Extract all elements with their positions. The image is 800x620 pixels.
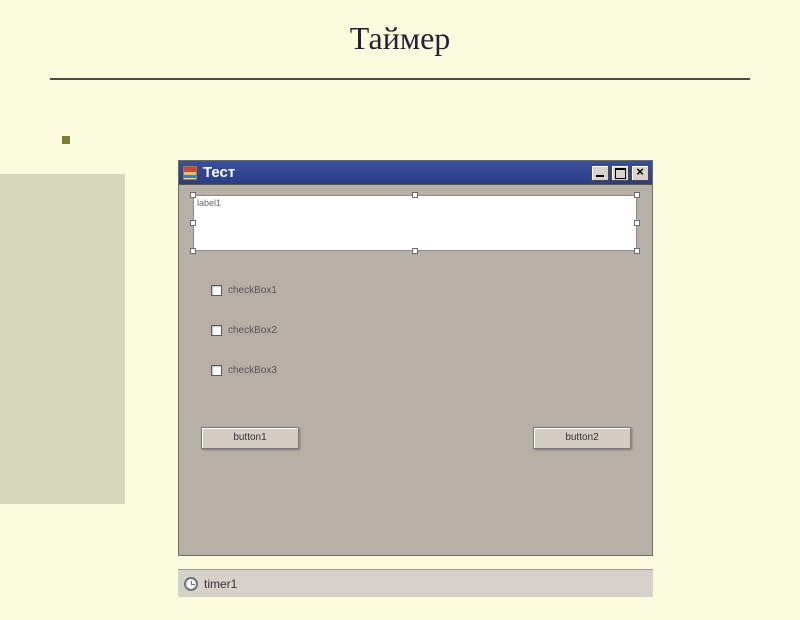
timer-icon[interactable]: [184, 577, 198, 591]
selection-handle[interactable]: [190, 220, 196, 226]
selection-handle[interactable]: [190, 192, 196, 198]
selection-handle[interactable]: [412, 192, 418, 198]
selection-handle[interactable]: [190, 248, 196, 254]
close-button[interactable]: ×: [631, 165, 649, 181]
accent-bullet: [62, 136, 70, 144]
slide-title: Таймер: [0, 20, 800, 57]
component-tray: timer1: [178, 569, 653, 597]
titlebar[interactable]: Тест ×: [179, 161, 652, 185]
selection-handle[interactable]: [634, 192, 640, 198]
selection-handle[interactable]: [634, 248, 640, 254]
checkbox-box[interactable]: [211, 365, 222, 376]
form-designer-window: Тест × label1 checkBox1 checkBox2 che: [178, 160, 653, 556]
checkbox1-control[interactable]: checkBox1: [211, 285, 277, 296]
checkbox3-label: checkBox3: [228, 365, 277, 376]
checkbox-box[interactable]: [211, 285, 222, 296]
slide-sidebar: [0, 174, 125, 504]
checkbox3-control[interactable]: checkBox3: [211, 365, 277, 376]
minimize-button[interactable]: [591, 165, 609, 181]
checkbox1-label: checkBox1: [228, 285, 277, 296]
maximize-button[interactable]: [611, 165, 629, 181]
title-underline: [50, 78, 750, 80]
selection-handle[interactable]: [412, 248, 418, 254]
window-controls: ×: [591, 165, 649, 181]
window-title: Тест: [203, 164, 591, 181]
button2[interactable]: button2: [533, 427, 631, 449]
selection-handle[interactable]: [634, 220, 640, 226]
label1-control[interactable]: label1: [193, 195, 637, 251]
form-client-area: label1 checkBox1 checkBox2 checkBox3 but…: [179, 185, 652, 555]
label1-text: label1: [194, 196, 636, 210]
timer1-label[interactable]: timer1: [204, 577, 237, 591]
checkbox2-control[interactable]: checkBox2: [211, 325, 277, 336]
checkbox2-label: checkBox2: [228, 325, 277, 336]
button1[interactable]: button1: [201, 427, 299, 449]
checkbox-box[interactable]: [211, 325, 222, 336]
winforms-app-icon: [183, 166, 197, 180]
